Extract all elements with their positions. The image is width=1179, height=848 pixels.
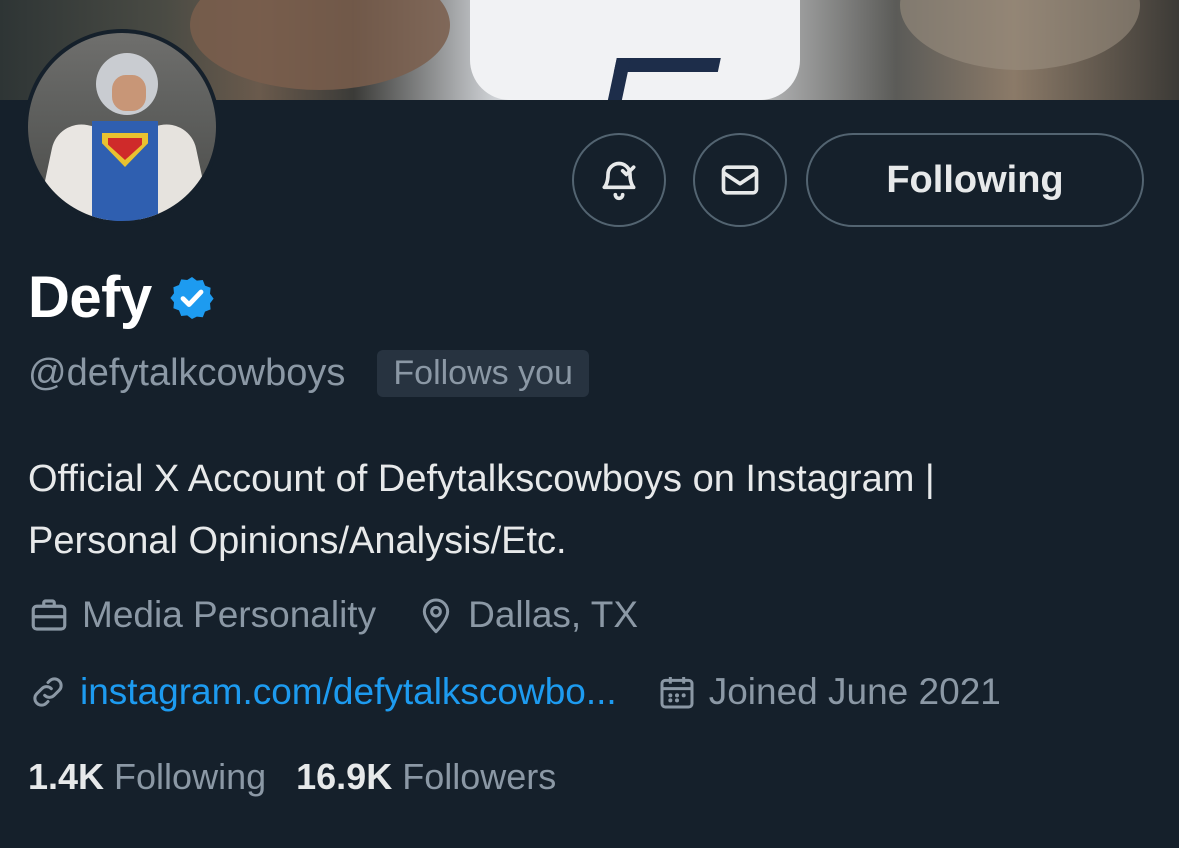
followers-label[interactable]: Followers: [402, 756, 556, 798]
bio-line: Personal Opinions/Analysis/Etc.: [28, 520, 567, 562]
calendar-icon: [660, 677, 694, 709]
website-link[interactable]: instagram.com/defytalkscowbo...: [80, 671, 617, 713]
message-button[interactable]: [693, 133, 787, 227]
category-text: Media Personality: [82, 594, 377, 635]
link-icon: [33, 677, 63, 707]
bell-check-icon: [602, 161, 636, 201]
username-handle: @defytalkcowboys: [28, 352, 346, 394]
banner-arm-right: [900, 0, 1140, 70]
follows-you-badge: Follows you: [377, 350, 589, 397]
briefcase-icon: [31, 599, 67, 631]
joined-date: Joined June 2021: [708, 671, 1001, 712]
profile-meta-row: Media Personality Dallas, TX: [28, 594, 678, 636]
display-name: Defy: [28, 265, 152, 330]
profile-meta-row-2: instagram.com/defytalkscowbo... Joined J…: [28, 671, 1041, 713]
followers-count[interactable]: 16.9K: [296, 756, 392, 798]
avatar[interactable]: [24, 29, 220, 225]
website-item[interactable]: instagram.com/defytalkscowbo...: [28, 671, 617, 713]
joined-item: Joined June 2021: [657, 671, 1001, 713]
profile-actions: Following: [572, 133, 1144, 227]
avatar-image: [28, 33, 216, 221]
banner-arm: [190, 0, 450, 90]
envelope-icon: [721, 165, 759, 195]
location-pin-icon: [422, 598, 450, 634]
category-item: Media Personality: [28, 594, 376, 636]
following-button[interactable]: Following: [806, 133, 1144, 227]
location-text: Dallas, TX: [468, 594, 639, 635]
following-count[interactable]: 1.4K: [28, 756, 104, 798]
bio: Official X Account of Defytalkscowboys o…: [28, 448, 1158, 572]
name-row: Defy: [28, 264, 216, 331]
location-item: Dallas, TX: [416, 594, 638, 636]
bio-line: Official X Account of Defytalkscowboys o…: [28, 458, 935, 500]
handle-row: @defytalkcowboys Follows you: [28, 350, 589, 397]
following-label[interactable]: Following: [114, 756, 266, 798]
verified-badge-icon[interactable]: [168, 274, 216, 322]
follow-stats: 1.4K Following 16.9K Followers: [28, 756, 586, 798]
notifications-button[interactable]: [572, 133, 666, 227]
banner-jersey-number: [603, 58, 721, 100]
